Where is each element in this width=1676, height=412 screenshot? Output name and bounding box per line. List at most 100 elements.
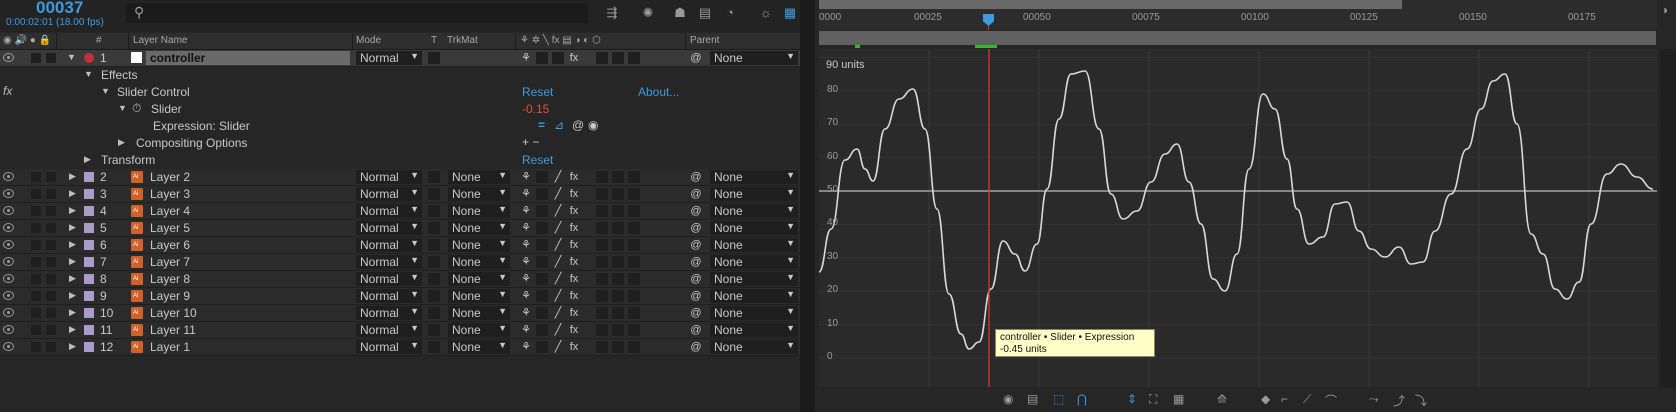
audio-toggle[interactable] — [31, 223, 41, 233]
graph-canvas[interactable] — [819, 49, 1657, 387]
parent-dropdown[interactable]: None ▼ — [710, 272, 798, 286]
trkmat-dropdown[interactable]: None ▼ — [448, 306, 510, 320]
collapse-toggle[interactable] — [536, 256, 548, 268]
label-color-swatch[interactable] — [84, 291, 94, 301]
trkmat-dropdown[interactable]: None ▼ — [448, 340, 510, 354]
mode-dropdown[interactable]: Normal ▼ — [356, 272, 422, 286]
shy-icon[interactable]: ⚘ — [520, 171, 532, 183]
trkmat-dropdown[interactable]: None ▼ — [448, 221, 510, 235]
lock-toggle[interactable] — [46, 189, 56, 199]
layer-name[interactable]: Layer 11 — [150, 323, 196, 337]
mode-dropdown[interactable]: Normal ▼ — [356, 289, 422, 303]
collapse-toggle[interactable] — [536, 307, 548, 319]
motion-blur-toggle[interactable] — [612, 324, 624, 336]
mode-dropdown[interactable]: Normal ▼ — [356, 221, 422, 235]
layer-row[interactable]: ▶ 5 Layer 5 Normal▼ None▼ ⚘ ╱ fx @ None▼ — [0, 220, 800, 237]
quality-icon[interactable]: ╱ — [552, 290, 564, 302]
pickwhip-icon[interactable]: @ — [690, 52, 702, 64]
motion-blur-toggle[interactable] — [612, 307, 624, 319]
label-color-swatch[interactable] — [84, 223, 94, 233]
lock-toggle[interactable] — [46, 223, 56, 233]
transform-row[interactable]: ▶ Transform Reset — [0, 152, 800, 168]
layer-name[interactable]: Layer 7 — [150, 255, 190, 269]
parent-dropdown[interactable]: None ▼ — [710, 204, 798, 218]
effects-fx-icon[interactable]: fx — [568, 188, 580, 200]
label-color-swatch[interactable] — [84, 172, 94, 182]
work-area-bar[interactable] — [819, 0, 1402, 9]
audio-toggle[interactable] — [31, 325, 41, 335]
expand-triangle-icon[interactable]: ▼ — [101, 86, 110, 96]
adjustment-toggle[interactable] — [628, 307, 640, 319]
effects-fx-icon[interactable]: fx — [568, 205, 580, 217]
motion-blur-toggle[interactable] — [612, 239, 624, 251]
edit-keyframe-icon[interactable]: ◆ — [1261, 392, 1270, 406]
collapse-toggle[interactable] — [536, 324, 548, 336]
audio-toggle[interactable] — [31, 291, 41, 301]
shy-icon[interactable]: ⚘ — [520, 188, 532, 200]
shy-icon[interactable]: ⚘ — [520, 290, 532, 302]
parent-dropdown[interactable]: None ▼ — [710, 340, 798, 354]
audio-toggle[interactable] — [31, 206, 41, 216]
parent-dropdown[interactable]: None ▼ — [710, 323, 798, 337]
layer-row-controller[interactable]: ▼ 1 controller Normal ▼ ⚘ fx @ None ▼ — [0, 50, 800, 67]
quality-icon[interactable]: ╱ — [552, 341, 564, 353]
frame-blend-toggle[interactable] — [596, 188, 608, 200]
collapse-toggle[interactable] — [536, 171, 548, 183]
layer-row[interactable]: ▶ 7 Layer 7 Normal▼ None▼ ⚘ ╱ fx @ None▼ — [0, 254, 800, 271]
reset-link[interactable]: Reset — [522, 85, 553, 99]
search-input[interactable] — [126, 3, 588, 23]
frame-blend-toggle[interactable] — [596, 290, 608, 302]
collapse-toggle[interactable] — [536, 239, 548, 251]
layer-name[interactable]: Layer 3 — [150, 187, 190, 201]
trkmat-dropdown[interactable]: None ▼ — [448, 238, 510, 252]
adjustment-toggle[interactable] — [628, 239, 640, 251]
shy-icon[interactable]: ⚘ — [520, 239, 532, 251]
audio-toggle[interactable] — [31, 189, 41, 199]
lock-toggle[interactable] — [46, 291, 56, 301]
trkmat-dropdown[interactable]: None ▼ — [448, 170, 510, 184]
preserve-transparency-toggle[interactable] — [428, 273, 440, 285]
expand-triangle-icon[interactable]: ▶ — [69, 239, 76, 250]
frame-blend-toggle[interactable] — [596, 324, 608, 336]
visibility-eye-icon[interactable] — [3, 172, 14, 181]
label-color-swatch[interactable] — [84, 274, 94, 284]
visibility-eye-icon[interactable] — [3, 274, 14, 283]
quality-icon[interactable]: ╱ — [552, 307, 564, 319]
effects-fx-icon[interactable]: fx — [568, 273, 580, 285]
mode-dropdown[interactable]: Normal ▼ — [356, 323, 422, 337]
lock-toggle[interactable] — [46, 206, 56, 216]
column-trkmat[interactable]: TrkMat — [447, 35, 478, 46]
preserve-transparency-toggle[interactable] — [428, 171, 440, 183]
effects-fx-icon[interactable]: fx — [568, 307, 580, 319]
visibility-eye-icon[interactable] — [3, 206, 14, 215]
graph-editor-icon[interactable]: ▦ — [782, 5, 798, 21]
easy-ease-icon[interactable]: ⤳ — [1369, 392, 1379, 407]
expand-triangle-icon[interactable]: ▶ — [69, 290, 76, 301]
fx-icon[interactable]: fx — [3, 84, 12, 98]
frame-blend-toggle[interactable] — [596, 273, 608, 285]
audio-toggle[interactable] — [31, 342, 41, 352]
graph-options-icon[interactable]: ▤ — [1027, 392, 1038, 406]
adjustment-toggle[interactable] — [628, 290, 640, 302]
layer-name[interactable]: Layer 10 — [150, 306, 197, 320]
mode-dropdown[interactable]: Normal ▼ — [356, 238, 422, 252]
lock-toggle[interactable] — [46, 308, 56, 318]
layer-row[interactable]: ▶ 4 Layer 4 Normal▼ None▼ ⚘ ╱ fx @ None▼ — [0, 203, 800, 220]
effects-fx-icon[interactable]: fx — [568, 239, 580, 251]
compositing-options-row[interactable]: ▶ Compositing Options + − — [0, 135, 800, 151]
label-color-swatch[interactable] — [84, 257, 94, 267]
expand-triangle-icon[interactable]: ▶ — [69, 222, 76, 233]
frame-blend-toggle[interactable] — [596, 52, 608, 64]
pickwhip-icon[interactable]: @ — [690, 324, 702, 336]
lock-toggle[interactable] — [46, 172, 56, 182]
adjustment-toggle[interactable] — [628, 188, 640, 200]
layer-row[interactable]: ▶ 12 Layer 1 Normal▼ None▼ ⚘ ╱ fx @ None▼ — [0, 339, 800, 356]
label-color-swatch[interactable] — [84, 240, 94, 250]
parent-dropdown[interactable]: None ▼ — [710, 255, 798, 269]
preserve-transparency-toggle[interactable] — [428, 205, 440, 217]
column-parent[interactable]: Parent — [690, 35, 719, 46]
expression-enable-icon[interactable]: = — [538, 118, 545, 132]
expand-triangle-icon[interactable]: ▶ — [69, 188, 76, 199]
auto-bezier-icon[interactable]: ⌒ — [1325, 392, 1337, 409]
preserve-transparency-toggle[interactable] — [428, 239, 440, 251]
